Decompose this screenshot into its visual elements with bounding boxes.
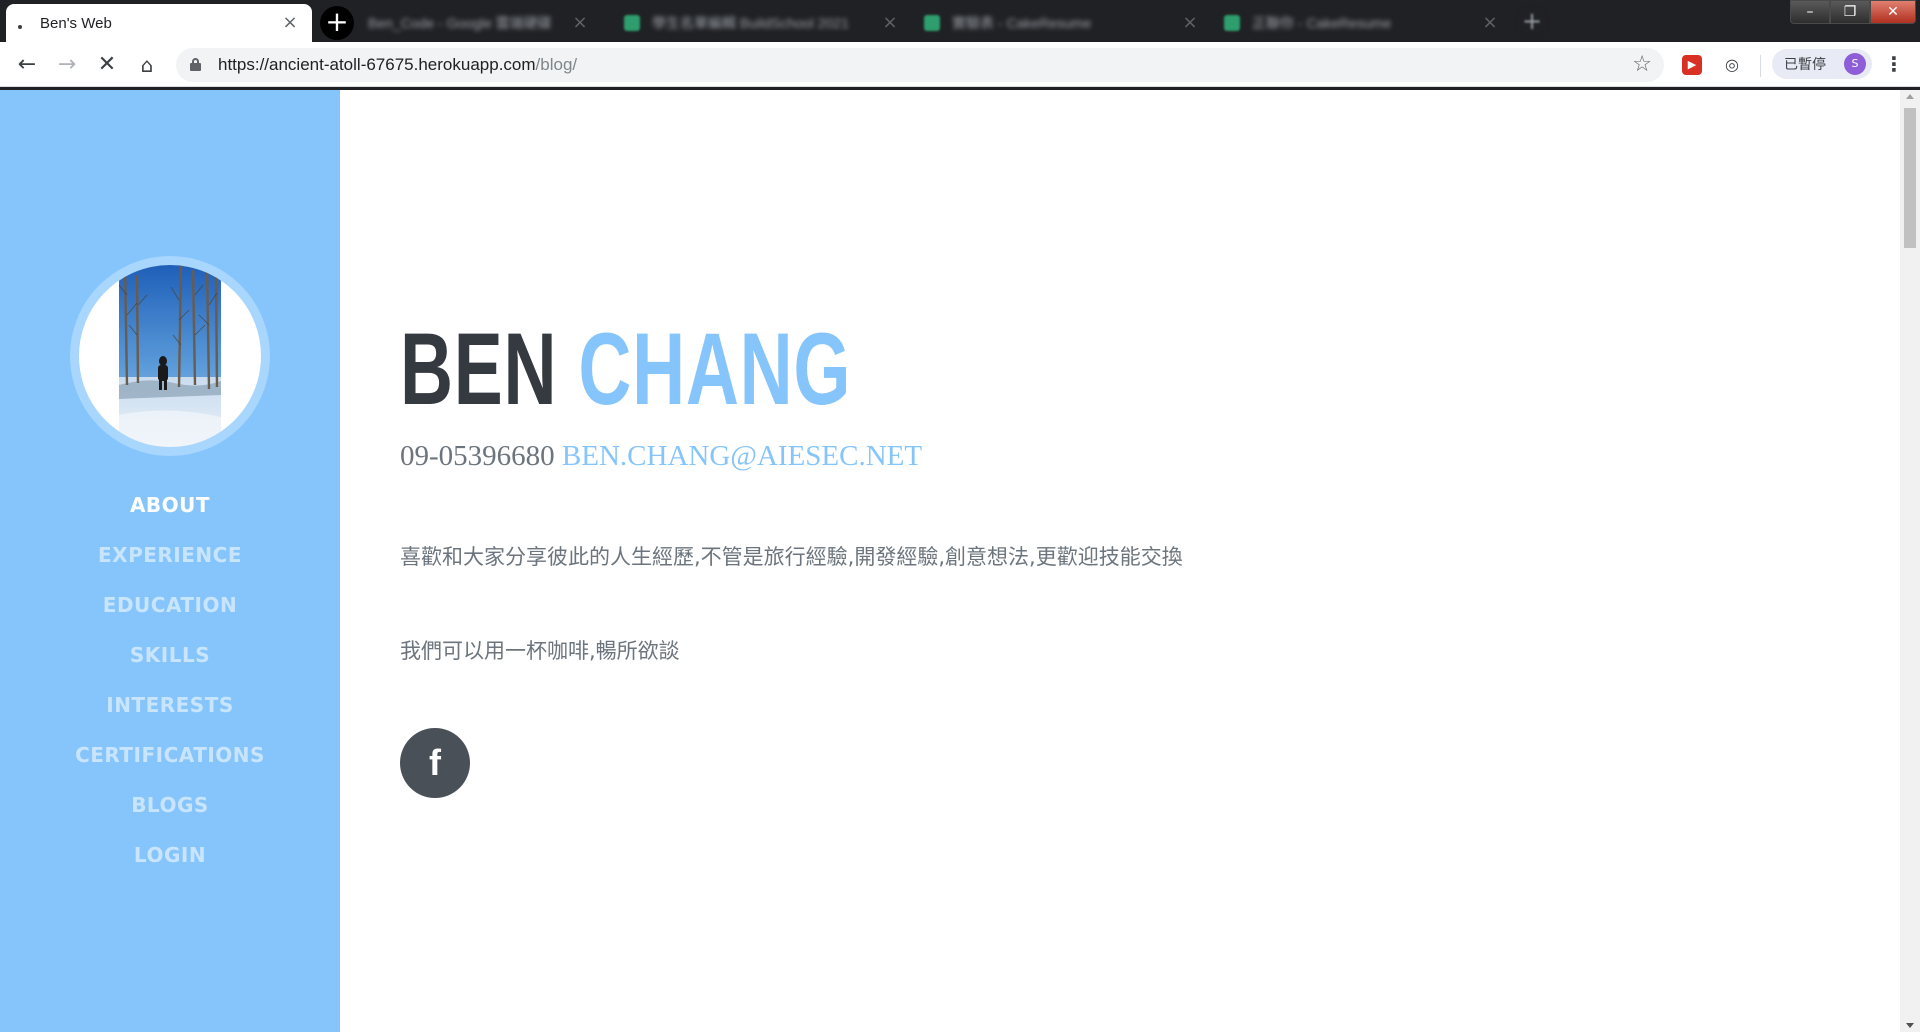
tab-title: 實驗表 - CakeResume	[952, 15, 1092, 31]
lock-icon[interactable]	[190, 58, 201, 71]
intro-paragraph: 喜歡和大家分享彼此的人生經歷,不管是旅行經驗,開發經驗,創意想法,更歡迎技能交換	[400, 545, 1183, 569]
stop-loading-icon[interactable]: ✕	[93, 51, 121, 79]
browser-tab-inactive[interactable]: 正聯你 - CakeResume ×	[1212, 4, 1512, 42]
browser-tab-inactive[interactable]: 學生名單編輯 BuildSchool 2021 ×	[612, 4, 912, 42]
window-minimize-button[interactable]: –	[1790, 0, 1830, 24]
nav-skills[interactable]: SKILLS	[0, 630, 340, 680]
extension-red-icon[interactable]: ▶	[1682, 55, 1702, 75]
profile-photo-snow-forest	[119, 265, 221, 447]
contact-line: 09-05396680 BEN.CHANG@AIESEC.NET	[400, 440, 922, 473]
page-scrollbar[interactable]	[1900, 90, 1920, 1032]
scroll-down-arrow-icon[interactable]	[1906, 1023, 1914, 1028]
facebook-button[interactable]: f	[400, 728, 470, 798]
bookmark-star-icon[interactable]: ☆	[1632, 52, 1652, 77]
profile-paused-button[interactable]: 已暫停 S	[1772, 49, 1872, 79]
sidebar-menu: ABOUT EXPERIENCE EDUCATION SKILLS INTERE…	[0, 480, 340, 880]
cakeresume-favicon-icon	[924, 15, 940, 31]
about-section: BEN CHANG 09-05396680 BEN.CHANG@AIESEC.N…	[340, 90, 1900, 1032]
window-close-button[interactable]: ✕	[1870, 0, 1916, 24]
browser-tab-inactive[interactable]: Ben_Code - Google 雲端硬碟 ×	[356, 4, 602, 42]
address-bar[interactable]: https://ancient-atoll-67675.herokuapp.co…	[176, 48, 1664, 82]
page-title: BEN CHANG	[400, 318, 851, 420]
profile-status-label: 已暫停	[1784, 57, 1826, 73]
window-maximize-button[interactable]: ❐	[1830, 0, 1870, 24]
browser-toolbar: ← → ✕ ⌂ https://ancient-atoll-67675.hero…	[0, 42, 1920, 87]
toolbar-divider	[1760, 55, 1761, 77]
new-tab-button-secondary[interactable]: +	[1516, 6, 1548, 38]
browser-tab-inactive[interactable]: 實驗表 - CakeResume ×	[912, 4, 1212, 42]
sidebar-nav: ABOUT EXPERIENCE EDUCATION SKILLS INTERE…	[0, 90, 340, 1032]
browser-tab-strip: Ben's Web × + Ben_Code - Google 雲端硬碟 × 學…	[0, 0, 1920, 42]
last-name: CHANG	[578, 312, 852, 426]
scroll-up-arrow-icon[interactable]	[1906, 94, 1914, 99]
sheets-favicon-icon	[624, 15, 640, 31]
email-link[interactable]: BEN.CHANG@AIESEC.NET	[562, 440, 922, 472]
nav-interests[interactable]: INTERESTS	[0, 680, 340, 730]
first-name: BEN	[400, 312, 558, 426]
profile-image	[70, 256, 270, 456]
url-path: /blog/	[535, 55, 578, 74]
nav-experience[interactable]: EXPERIENCE	[0, 530, 340, 580]
tab-title: Ben_Code - Google 雲端硬碟	[368, 15, 552, 31]
tab-close-icon[interactable]: ×	[1180, 13, 1200, 33]
nav-login[interactable]: LOGIN	[0, 830, 340, 880]
browser-tab-active[interactable]: Ben's Web ×	[6, 4, 312, 42]
tab-close-icon[interactable]: ×	[880, 13, 900, 33]
tab-close-icon[interactable]: ×	[280, 13, 300, 33]
nav-about[interactable]: ABOUT	[0, 480, 340, 530]
kebab-menu-icon[interactable]: ⋮	[1884, 52, 1904, 76]
new-tab-button[interactable]: +	[320, 6, 354, 40]
profile-avatar: S	[1844, 53, 1866, 75]
tab-close-icon[interactable]: ×	[570, 13, 590, 33]
back-arrow-icon[interactable]: ←	[13, 51, 41, 79]
extension-owl-icon[interactable]: ◎	[1722, 55, 1742, 75]
nav-certifications[interactable]: CERTIFICATIONS	[0, 730, 340, 780]
home-icon[interactable]: ⌂	[133, 51, 161, 79]
favicon-loading-icon	[18, 25, 22, 29]
facebook-icon: f	[429, 742, 441, 783]
tab-title: Ben's Web	[40, 14, 112, 32]
tab-title: 正聯你 - CakeResume	[1252, 15, 1392, 31]
tab-title: 學生名單編輯 BuildSchool 2021	[652, 15, 849, 31]
url-text[interactable]: https://ancient-atoll-67675.herokuapp.co…	[218, 55, 577, 75]
forward-arrow-icon[interactable]: →	[53, 51, 81, 79]
scroll-thumb[interactable]	[1904, 108, 1916, 248]
nav-education[interactable]: EDUCATION	[0, 580, 340, 630]
tab-close-icon[interactable]: ×	[1480, 13, 1500, 33]
phone-number: 09-05396680	[400, 440, 555, 472]
intro-paragraph-coffee: 我們可以用一杯咖啡,暢所欲談	[400, 639, 680, 663]
url-host: https://ancient-atoll-67675.herokuapp.co…	[218, 55, 536, 74]
nav-blogs[interactable]: BLOGS	[0, 780, 340, 830]
cakeresume-favicon-icon	[1224, 15, 1240, 31]
